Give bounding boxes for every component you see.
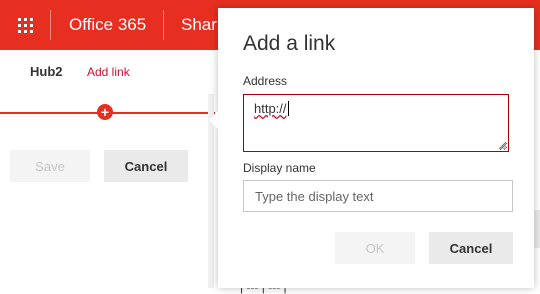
resize-grip-icon[interactable] (499, 142, 506, 149)
cancel-button[interactable]: Cancel (104, 150, 188, 182)
suite-divider (163, 10, 164, 40)
display-name-label: Display name (243, 161, 316, 175)
address-label: Address (243, 74, 288, 88)
callout-beak (209, 111, 218, 129)
add-link-dialog: Add a link Address http:// Display name … (209, 8, 534, 288)
text-cursor (287, 101, 289, 116)
dialog-title: Add a link (243, 32, 336, 55)
address-value: http:// (254, 101, 287, 116)
add-link-link[interactable]: Add link (87, 65, 130, 79)
dialog-cancel-button[interactable]: Cancel (429, 232, 513, 264)
plus-circle-icon[interactable]: + (97, 104, 113, 120)
save-button[interactable]: Save (10, 150, 90, 182)
hub-name-link[interactable]: Hub2 (30, 64, 63, 79)
display-name-field[interactable] (243, 180, 513, 212)
ok-button[interactable]: OK (335, 232, 415, 264)
address-field[interactable]: http:// (243, 94, 509, 152)
waffle-grid-icon (17, 17, 33, 33)
background-block (534, 210, 540, 248)
site-name[interactable]: Shar (181, 0, 217, 50)
suite-divider (50, 10, 51, 40)
app-launcher-button[interactable] (0, 0, 50, 50)
app-name[interactable]: Office 365 (69, 0, 146, 50)
